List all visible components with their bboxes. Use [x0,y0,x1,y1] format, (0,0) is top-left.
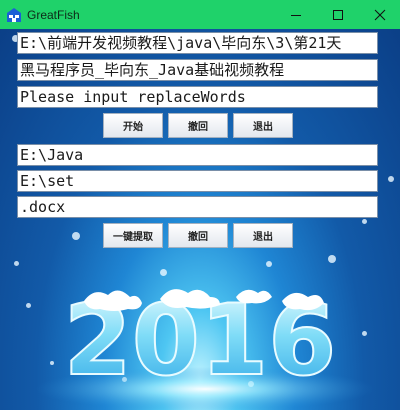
replace-words-input[interactable]: Please input replaceWords [17,86,378,108]
title-bar[interactable]: GreatFish [0,0,400,29]
snow-cap [282,292,324,311]
minimize-button[interactable] [276,0,316,29]
exit-button[interactable]: 退出 [233,113,293,138]
close-icon [374,9,386,20]
extension-input[interactable]: .docx [17,196,378,218]
find-text-input[interactable]: 黑马程序员_毕向东_Java基础视频教程 [17,59,378,81]
output-dir-input[interactable]: E:\set [17,170,378,192]
source-path-input[interactable]: E:\前端开发视频教程\java\毕向东\3\第21天 [17,32,378,54]
maximize-button[interactable] [318,0,358,29]
extract-button[interactable]: 一键提取 [103,223,163,248]
base-dir-input[interactable]: E:\Java [17,144,378,166]
exit-button-2[interactable]: 退出 [233,223,293,248]
close-button[interactable] [360,0,400,29]
undo-button-2[interactable]: 撤回 [168,223,228,248]
client-area: 2016 E:\前端开发视频教程\java\毕向东\3\第21天 黑马程序员_毕… [0,29,400,410]
app-icon [7,7,21,22]
undo-button[interactable]: 撤回 [168,113,228,138]
window-title: GreatFish [27,7,80,22]
maximize-icon [333,9,343,20]
minimize-icon [291,14,301,16]
start-button[interactable]: 开始 [103,113,163,138]
app-window: GreatFish 2016 E:\前端开发视频教程\java\毕向东\3\第2… [0,0,400,410]
